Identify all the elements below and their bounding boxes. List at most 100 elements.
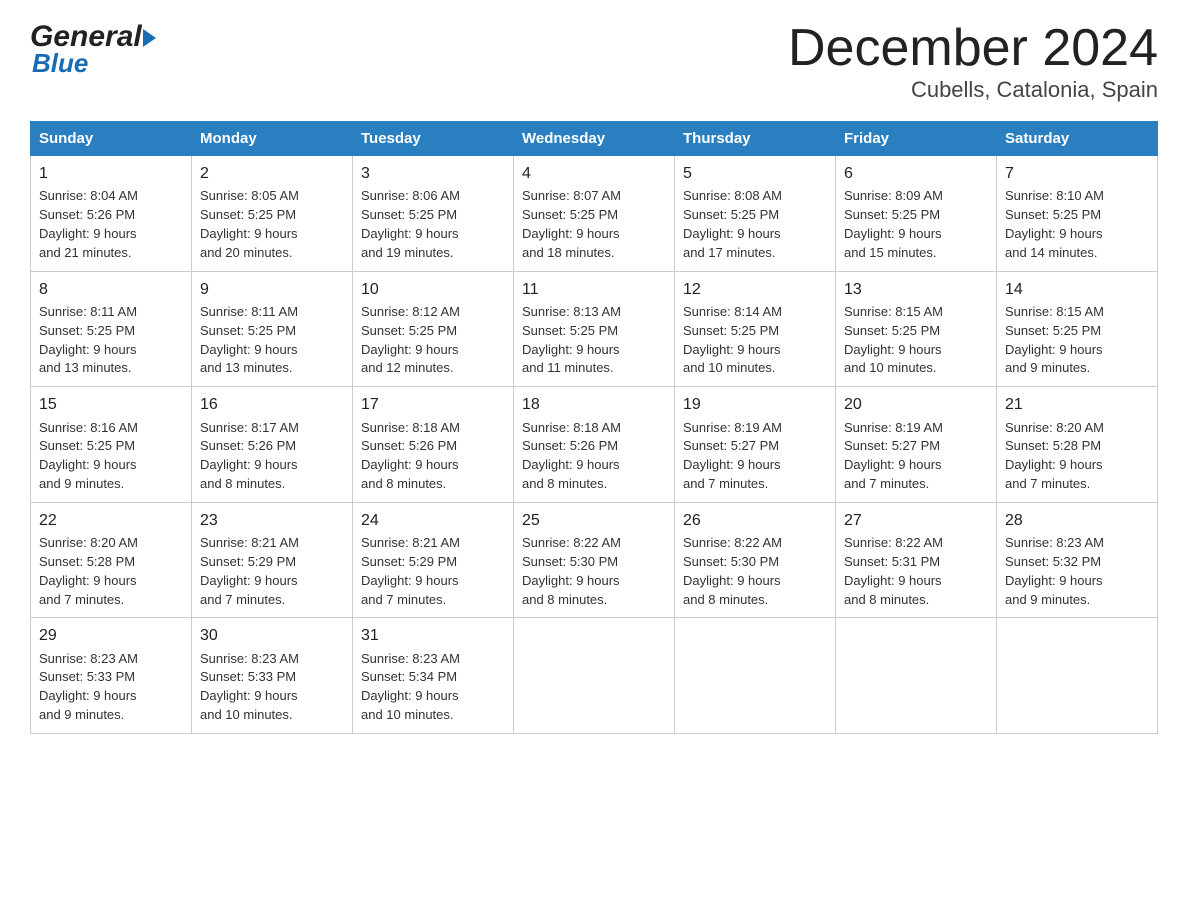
day-number: 13 xyxy=(844,278,988,301)
location-title: Cubells, Catalonia, Spain xyxy=(788,77,1158,103)
day-number: 17 xyxy=(361,393,505,416)
calendar-day-cell: 17 Sunrise: 8:18 AMSunset: 5:26 PMDayligh… xyxy=(353,387,514,503)
calendar-day-cell: 26Sunrise: 8:22 AMSunset: 5:30 PMDayligh… xyxy=(675,502,836,618)
day-number: 31 xyxy=(361,624,505,647)
day-number: 14 xyxy=(1005,278,1149,301)
calendar-day-cell: 20Sunrise: 8:19 AMSunset: 5:27 PMDayligh… xyxy=(836,387,997,503)
day-info: Sunrise: 8:12 AMSunset: 5:25 PMDaylight:… xyxy=(361,303,505,378)
calendar-day-cell: 31 Sunrise: 8:23 AMSunset: 5:34 PMDayligh… xyxy=(353,618,514,734)
day-number: 21 xyxy=(1005,393,1149,416)
calendar-day-cell: 29 Sunrise: 8:23 AMSunset: 5:33 PMDayligh… xyxy=(31,618,192,734)
day-number: 26 xyxy=(683,509,827,532)
day-number: 7 xyxy=(1005,162,1149,185)
calendar-day-cell: 10Sunrise: 8:12 AMSunset: 5:25 PMDayligh… xyxy=(353,271,514,387)
calendar-day-cell: 16 Sunrise: 8:17 AMSunset: 5:26 PMDayligh… xyxy=(192,387,353,503)
day-info: Sunrise: 8:23 AMSunset: 5:33 PMDaylight:… xyxy=(39,650,183,725)
calendar-day-cell: 25Sunrise: 8:22 AMSunset: 5:30 PMDayligh… xyxy=(514,502,675,618)
calendar-day-cell: 5Sunrise: 8:08 AMSunset: 5:25 PMDaylight… xyxy=(675,156,836,272)
weekday-header-monday: Monday xyxy=(192,122,353,156)
day-number: 9 xyxy=(200,278,344,301)
calendar-day-cell: 7Sunrise: 8:10 AMSunset: 5:25 PMDaylight… xyxy=(997,156,1158,272)
day-info: Sunrise: 8:17 AMSunset: 5:26 PMDaylight:… xyxy=(200,419,344,494)
day-number: 29 xyxy=(39,624,183,647)
day-info: Sunrise: 8:23 AMSunset: 5:33 PMDaylight:… xyxy=(200,650,344,725)
calendar-day-cell xyxy=(675,618,836,734)
day-info: Sunrise: 8:22 AMSunset: 5:31 PMDaylight:… xyxy=(844,534,988,609)
calendar-day-cell: 24Sunrise: 8:21 AMSunset: 5:29 PMDayligh… xyxy=(353,502,514,618)
day-number: 8 xyxy=(39,278,183,301)
day-number: 30 xyxy=(200,624,344,647)
calendar-day-cell: 27Sunrise: 8:22 AMSunset: 5:31 PMDayligh… xyxy=(836,502,997,618)
logo: General Blue xyxy=(30,20,156,79)
calendar-day-cell: 2Sunrise: 8:05 AMSunset: 5:25 PMDaylight… xyxy=(192,156,353,272)
day-number: 11 xyxy=(522,278,666,301)
day-info: Sunrise: 8:22 AMSunset: 5:30 PMDaylight:… xyxy=(522,534,666,609)
calendar-day-cell: 21 Sunrise: 8:20 AMSunset: 5:28 PMDayligh… xyxy=(997,387,1158,503)
weekday-header-thursday: Thursday xyxy=(675,122,836,156)
day-number: 20 xyxy=(844,393,988,416)
day-info: Sunrise: 8:19 AMSunset: 5:27 PMDaylight:… xyxy=(683,419,827,494)
day-info: Sunrise: 8:11 AMSunset: 5:25 PMDaylight:… xyxy=(200,303,344,378)
day-number: 1 xyxy=(39,162,183,185)
day-number: 25 xyxy=(522,509,666,532)
page-header: General Blue December 2024 Cubells, Cata… xyxy=(30,20,1158,103)
logo-triangle-icon xyxy=(143,29,156,47)
day-info: Sunrise: 8:20 AMSunset: 5:28 PMDaylight:… xyxy=(1005,419,1149,494)
day-info: Sunrise: 8:18 AMSunset: 5:26 PMDaylight:… xyxy=(361,419,505,494)
calendar-day-cell: 11Sunrise: 8:13 AMSunset: 5:25 PMDayligh… xyxy=(514,271,675,387)
day-info: Sunrise: 8:08 AMSunset: 5:25 PMDaylight:… xyxy=(683,187,827,262)
logo-blue-text: Blue xyxy=(30,48,156,79)
calendar-day-cell: 12Sunrise: 8:14 AMSunset: 5:25 PMDayligh… xyxy=(675,271,836,387)
calendar-day-cell: 30 Sunrise: 8:23 AMSunset: 5:33 PMDayligh… xyxy=(192,618,353,734)
weekday-header-wednesday: Wednesday xyxy=(514,122,675,156)
weekday-header-sunday: Sunday xyxy=(31,122,192,156)
day-number: 18 xyxy=(522,393,666,416)
calendar-day-cell xyxy=(836,618,997,734)
title-area: December 2024 Cubells, Catalonia, Spain xyxy=(788,20,1158,103)
weekday-header-tuesday: Tuesday xyxy=(353,122,514,156)
day-number: 28 xyxy=(1005,509,1149,532)
day-info: Sunrise: 8:22 AMSunset: 5:30 PMDaylight:… xyxy=(683,534,827,609)
day-info: Sunrise: 8:23 AMSunset: 5:32 PMDaylight:… xyxy=(1005,534,1149,609)
day-info: Sunrise: 8:18 AMSunset: 5:26 PMDaylight:… xyxy=(522,419,666,494)
weekday-header-saturday: Saturday xyxy=(997,122,1158,156)
day-info: Sunrise: 8:21 AMSunset: 5:29 PMDaylight:… xyxy=(200,534,344,609)
day-info: Sunrise: 8:10 AMSunset: 5:25 PMDaylight:… xyxy=(1005,187,1149,262)
day-number: 27 xyxy=(844,509,988,532)
calendar-week-row: 1Sunrise: 8:04 AMSunset: 5:26 PMDaylight… xyxy=(31,156,1158,272)
day-info: Sunrise: 8:09 AMSunset: 5:25 PMDaylight:… xyxy=(844,187,988,262)
day-number: 10 xyxy=(361,278,505,301)
day-info: Sunrise: 8:23 AMSunset: 5:34 PMDaylight:… xyxy=(361,650,505,725)
day-info: Sunrise: 8:07 AMSunset: 5:25 PMDaylight:… xyxy=(522,187,666,262)
day-number: 16 xyxy=(200,393,344,416)
day-info: Sunrise: 8:15 AMSunset: 5:25 PMDaylight:… xyxy=(844,303,988,378)
calendar-day-cell: 9Sunrise: 8:11 AMSunset: 5:25 PMDaylight… xyxy=(192,271,353,387)
day-info: Sunrise: 8:05 AMSunset: 5:25 PMDaylight:… xyxy=(200,187,344,262)
calendar-day-cell xyxy=(997,618,1158,734)
calendar-day-cell: 22Sunrise: 8:20 AMSunset: 5:28 PMDayligh… xyxy=(31,502,192,618)
calendar-day-cell: 6Sunrise: 8:09 AMSunset: 5:25 PMDaylight… xyxy=(836,156,997,272)
day-info: Sunrise: 8:21 AMSunset: 5:29 PMDaylight:… xyxy=(361,534,505,609)
calendar-day-cell: 3Sunrise: 8:06 AMSunset: 5:25 PMDaylight… xyxy=(353,156,514,272)
weekday-header-row: SundayMondayTuesdayWednesdayThursdayFrid… xyxy=(31,122,1158,156)
day-info: Sunrise: 8:14 AMSunset: 5:25 PMDaylight:… xyxy=(683,303,827,378)
day-number: 22 xyxy=(39,509,183,532)
day-number: 4 xyxy=(522,162,666,185)
calendar-day-cell: 28Sunrise: 8:23 AMSunset: 5:32 PMDayligh… xyxy=(997,502,1158,618)
weekday-header-friday: Friday xyxy=(836,122,997,156)
calendar-day-cell: 19 Sunrise: 8:19 AMSunset: 5:27 PMDayligh… xyxy=(675,387,836,503)
calendar-week-row: 8Sunrise: 8:11 AMSunset: 5:25 PMDaylight… xyxy=(31,271,1158,387)
calendar-day-cell: 4Sunrise: 8:07 AMSunset: 5:25 PMDaylight… xyxy=(514,156,675,272)
day-number: 19 xyxy=(683,393,827,416)
day-number: 23 xyxy=(200,509,344,532)
day-number: 5 xyxy=(683,162,827,185)
calendar-table: SundayMondayTuesdayWednesdayThursdayFrid… xyxy=(30,121,1158,734)
day-info: Sunrise: 8:04 AMSunset: 5:26 PMDaylight:… xyxy=(39,187,183,262)
day-info: Sunrise: 8:11 AMSunset: 5:25 PMDaylight:… xyxy=(39,303,183,378)
calendar-week-row: 29 Sunrise: 8:23 AMSunset: 5:33 PMDayligh… xyxy=(31,618,1158,734)
day-number: 12 xyxy=(683,278,827,301)
month-title: December 2024 xyxy=(788,20,1158,77)
day-info: Sunrise: 8:06 AMSunset: 5:25 PMDaylight:… xyxy=(361,187,505,262)
day-info: Sunrise: 8:13 AMSunset: 5:25 PMDaylight:… xyxy=(522,303,666,378)
calendar-day-cell: 8Sunrise: 8:11 AMSunset: 5:25 PMDaylight… xyxy=(31,271,192,387)
